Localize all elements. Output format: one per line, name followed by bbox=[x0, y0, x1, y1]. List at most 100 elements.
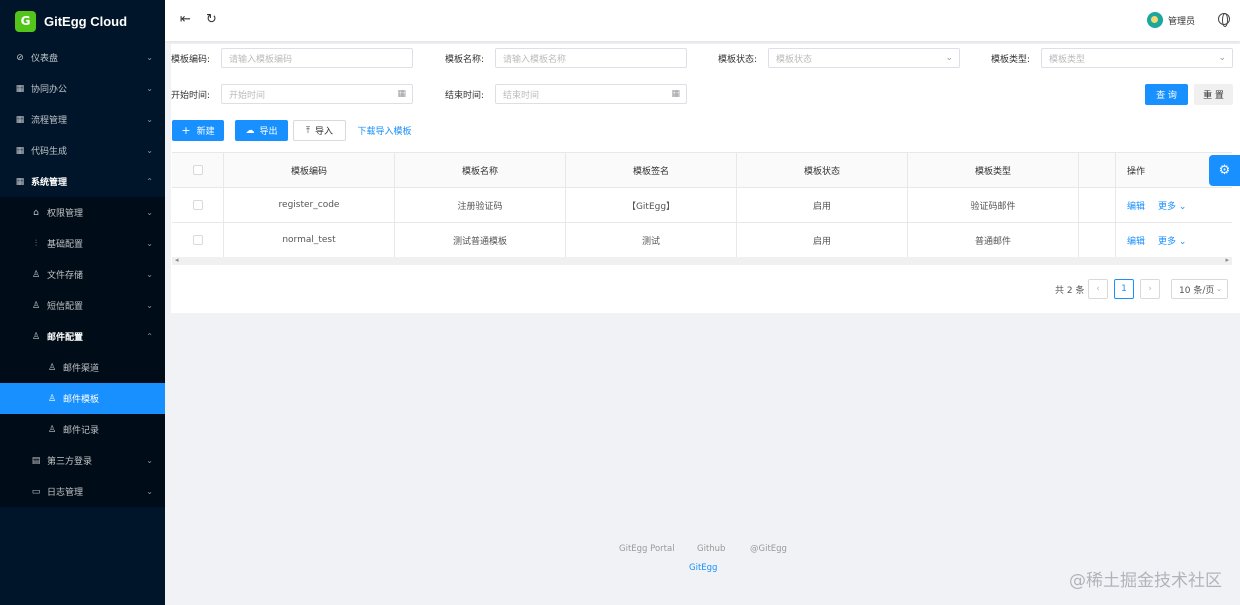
sidebar-item-9[interactable]: ♙ 邮件配置 ⌃ bbox=[0, 321, 165, 352]
download-template-link[interactable]: 下载导入模板 bbox=[356, 120, 413, 141]
template-name-label: 模板名称: bbox=[445, 54, 485, 65]
chevron-up-icon: ⌃ bbox=[146, 177, 153, 186]
template-status-select[interactable]: 模板状态 ⌄ bbox=[768, 48, 960, 68]
import-button[interactable]: ⤒ 导入 bbox=[293, 120, 346, 141]
grid-icon: ▦ bbox=[15, 83, 25, 94]
calendar-icon: ▦ bbox=[397, 89, 406, 99]
end-time-label: 结束时间: bbox=[445, 90, 485, 101]
sidebar-item-label: 短信配置 bbox=[47, 302, 84, 312]
sidebar-item-6[interactable]: ⫶ 基础配置 ⌄ bbox=[0, 228, 165, 259]
horizontal-scrollbar[interactable]: ◂ ▸ bbox=[172, 256, 1232, 265]
col-template-code: 模板编码 bbox=[224, 153, 395, 187]
next-page-button[interactable]: › bbox=[1140, 279, 1160, 299]
sidebar-menu: ⊘ 仪表盘 ⌄ ▦ 协同办公 ⌄ ▦ 流程管理 ⌄ ▦ 代码生成 ⌄ ▦ 系统管理 ⌃ ⌂ 权限管理 ⌄ ⫶ 基础配置… bbox=[0, 42, 165, 507]
settings-gear-icon[interactable]: ⚙ bbox=[1209, 155, 1240, 186]
cell-template-status: 启用 bbox=[737, 223, 908, 257]
logo[interactable]: G GitEgg Cloud bbox=[0, 0, 165, 42]
sidebar-item-2[interactable]: ▦ 流程管理 ⌄ bbox=[0, 104, 165, 135]
sidebar-item-10[interactable]: ♙ 邮件渠道 bbox=[0, 352, 165, 383]
sidebar-item-label: 邮件记录 bbox=[63, 426, 100, 436]
new-button[interactable]: + 新建 bbox=[172, 120, 224, 141]
chevron-down-icon: ⌄ bbox=[146, 84, 153, 93]
template-type-placeholder: 模板类型 bbox=[1049, 54, 1086, 65]
sidebar-item-label: 邮件配置 bbox=[47, 333, 84, 343]
calendar-icon: ▦ bbox=[671, 89, 680, 99]
cell-template-status: 启用 bbox=[737, 188, 908, 222]
sidebar-item-label: 权限管理 bbox=[47, 209, 84, 219]
footer-github-link[interactable]: Github bbox=[697, 544, 725, 554]
sidebar-item-7[interactable]: ♙ 文件存储 ⌄ bbox=[0, 259, 165, 290]
sidebar-item-1[interactable]: ▦ 协同办公 ⌄ bbox=[0, 73, 165, 104]
template-type-label: 模板类型: bbox=[991, 54, 1031, 65]
col-template-status: 模板状态 bbox=[737, 153, 908, 187]
template-code-label: 模板编码: bbox=[171, 54, 211, 65]
table-row: register_code 注册验证码 【GitEgg】 启用 验证码邮件 编辑… bbox=[172, 188, 1232, 223]
template-name-input[interactable]: 请输入模板名称 bbox=[495, 48, 687, 68]
template-status-placeholder: 模板状态 bbox=[776, 54, 813, 65]
template-type-select[interactable]: 模板类型 ⌄ bbox=[1041, 48, 1233, 68]
footer-portal-link[interactable]: GitEgg Portal bbox=[619, 544, 675, 554]
scroll-left-icon[interactable]: ◂ bbox=[175, 256, 179, 264]
reset-button[interactable]: 重 置 bbox=[1194, 84, 1233, 105]
export-button[interactable]: ☁ 导出 bbox=[235, 120, 288, 141]
row-checkbox[interactable] bbox=[192, 235, 203, 245]
select-all-cell bbox=[172, 153, 224, 187]
sidebar-item-5[interactable]: ⌂ 权限管理 ⌄ bbox=[0, 197, 165, 228]
cell-template-name: 注册验证码 bbox=[395, 188, 566, 222]
chevron-down-icon: ⌄ bbox=[146, 270, 153, 279]
scroll-right-icon[interactable]: ▸ bbox=[1225, 256, 1229, 264]
sidebar-item-14[interactable]: ▭ 日志管理 ⌄ bbox=[0, 476, 165, 507]
table-header: 模板编码 模板名称 模板签名 模板状态 模板类型 操作 bbox=[172, 153, 1232, 188]
refresh-icon[interactable]: ↻ bbox=[206, 12, 217, 27]
sidebar-item-label: 系统管理 bbox=[31, 178, 68, 188]
sidebar-item-11[interactable]: ♙ 邮件模板 bbox=[0, 383, 165, 414]
menu-collapse-icon[interactable]: ⇤ bbox=[180, 12, 191, 27]
user-icon: ♙ bbox=[47, 362, 57, 373]
user-menu[interactable]: 管理员 bbox=[1146, 12, 1195, 28]
edit-link[interactable]: 编辑 bbox=[1127, 199, 1145, 212]
cell-template-name: 测试普通模板 bbox=[395, 223, 566, 257]
globe-icon[interactable] bbox=[1218, 13, 1230, 27]
dashboard-icon: ⊘ bbox=[16, 52, 24, 63]
template-status-label: 模板状态: bbox=[718, 54, 758, 65]
col-template-name: 模板名称 bbox=[395, 153, 566, 187]
grid-icon: ▦ bbox=[15, 114, 25, 125]
sidebar-item-label: 第三方登录 bbox=[47, 457, 93, 467]
pagination-total: 共 2 条 bbox=[1055, 286, 1085, 296]
chevron-down-icon: ⌄ bbox=[945, 53, 953, 63]
start-time-picker[interactable]: 开始时间 ▦ bbox=[221, 84, 413, 104]
query-button[interactable]: 查 询 bbox=[1145, 84, 1188, 105]
page-1-button[interactable]: 1 bbox=[1114, 279, 1134, 299]
log-icon: ▭ bbox=[31, 486, 41, 497]
row-checkbox[interactable] bbox=[192, 200, 203, 210]
sidebar-item-label: 流程管理 bbox=[31, 116, 68, 126]
sidebar-item-13[interactable]: ▤ 第三方登录 ⌄ bbox=[0, 445, 165, 476]
template-code-input[interactable]: 请输入模板编码 bbox=[221, 48, 413, 68]
cell-operation: 编辑 更多 ⌄ bbox=[1116, 223, 1232, 257]
chevron-down-icon: ⌄ bbox=[146, 53, 153, 62]
page-size-select[interactable]: 10 条/页 ⌄ bbox=[1171, 279, 1228, 299]
prev-page-button[interactable]: ‹ bbox=[1088, 279, 1108, 299]
end-time-picker[interactable]: 结束时间 ▦ bbox=[495, 84, 687, 104]
content-card: 模板编码: 请输入模板编码 模板名称: 请输入模板名称 模板状态: 模板状态 ⌄… bbox=[171, 44, 1240, 313]
filter-template-type: 模板类型: 模板类型 ⌄ bbox=[991, 48, 1233, 68]
avatar bbox=[1146, 12, 1163, 28]
row-check-cell bbox=[172, 223, 224, 257]
chevron-down-icon: ⌄ bbox=[146, 487, 153, 496]
sidebar-item-3[interactable]: ▦ 代码生成 ⌄ bbox=[0, 135, 165, 166]
more-dropdown[interactable]: 更多 ⌄ bbox=[1158, 199, 1186, 212]
sidebar-item-8[interactable]: ♙ 短信配置 ⌄ bbox=[0, 290, 165, 321]
footer-copyright[interactable]: @GitEgg bbox=[750, 544, 787, 554]
sidebar-item-label: 协同办公 bbox=[31, 85, 68, 95]
more-dropdown[interactable]: 更多 ⌄ bbox=[1158, 234, 1186, 247]
edit-link[interactable]: 编辑 bbox=[1127, 234, 1145, 247]
select-all-checkbox[interactable] bbox=[192, 165, 203, 175]
filter-template-code: 模板编码: 请输入模板编码 bbox=[171, 48, 413, 68]
user-icon: ♙ bbox=[47, 393, 57, 404]
sidebar-item-4[interactable]: ▦ 系统管理 ⌃ bbox=[0, 166, 165, 197]
watermark: @稀土掘金技术社区 bbox=[1069, 571, 1222, 591]
page-size-value: 10 条/页 bbox=[1179, 285, 1215, 296]
sidebar-item-0[interactable]: ⊘ 仪表盘 ⌄ bbox=[0, 42, 165, 73]
sidebar-item-12[interactable]: ♙ 邮件记录 bbox=[0, 414, 165, 445]
col-template-sign: 模板签名 bbox=[566, 153, 737, 187]
